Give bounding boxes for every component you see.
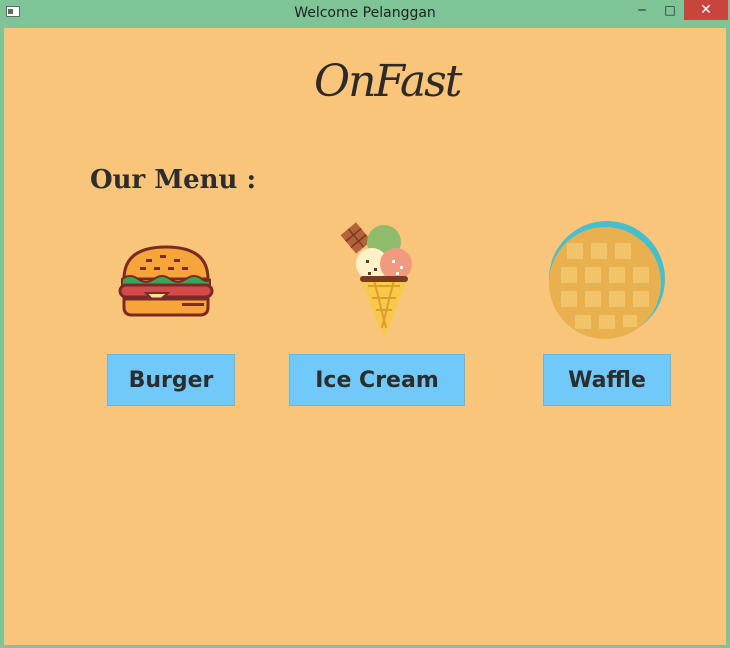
menu-heading: Our Menu : bbox=[90, 165, 257, 195]
window-title: Welcome Pelanggan bbox=[294, 5, 436, 21]
app-logo: OnFast bbox=[314, 56, 462, 107]
burger-button[interactable]: Burger bbox=[107, 354, 235, 406]
waffle-button[interactable]: Waffle bbox=[543, 354, 671, 406]
ice-cream-icon bbox=[340, 222, 412, 338]
main-panel: OnFast Our Menu : Burger Ice Cream Waffl… bbox=[4, 28, 726, 645]
minimize-button[interactable]: ─ bbox=[629, 0, 655, 20]
ice-cream-button[interactable]: Ice Cream bbox=[289, 354, 465, 406]
burger-icon bbox=[118, 245, 214, 317]
maximize-button[interactable]: □ bbox=[657, 0, 683, 20]
waffle-icon bbox=[549, 221, 665, 339]
title-bar[interactable]: Welcome Pelanggan ─ □ ✕ bbox=[0, 0, 730, 28]
close-button[interactable]: ✕ bbox=[684, 0, 728, 20]
